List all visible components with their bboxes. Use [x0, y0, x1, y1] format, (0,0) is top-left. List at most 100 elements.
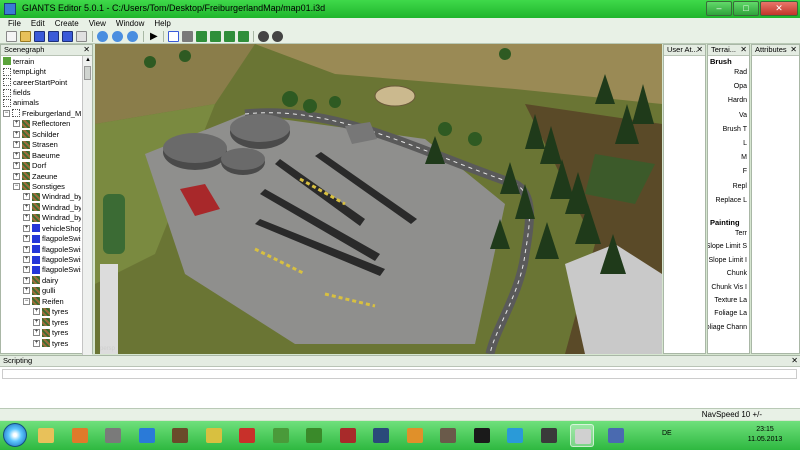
scroll-up-icon[interactable]: ▲ [85, 57, 91, 63]
expand-icon[interactable]: + [13, 130, 20, 138]
tree-item[interactable]: tempLight [1, 66, 81, 76]
tree-item[interactable]: careerStartPoint [1, 77, 81, 87]
tree-item[interactable]: − Freiburgerland_Map [1, 108, 81, 118]
menu-window[interactable]: Window [116, 18, 144, 29]
snap-icon[interactable] [258, 31, 269, 42]
menu-create[interactable]: Create [55, 18, 79, 29]
terrain-sculpt-icon[interactable] [196, 31, 207, 42]
save-icon[interactable] [34, 31, 45, 42]
undo-icon[interactable] [112, 31, 123, 42]
tree-item[interactable]: + flagpoleSwiss [1, 244, 81, 254]
expand-icon[interactable]: + [23, 214, 30, 222]
taskbar-app-button[interactable] [168, 424, 192, 447]
scenegraph-close-icon[interactable]: ✕ [83, 45, 90, 55]
tree-item[interactable]: + Windrad_by_M [1, 213, 81, 223]
expand-icon[interactable]: + [23, 193, 30, 201]
expand-icon[interactable]: + [33, 329, 40, 337]
tree-item[interactable]: + Dorf [1, 160, 81, 170]
tree-item[interactable]: − Sonstiges [1, 181, 81, 191]
taskbar-app-button[interactable] [302, 424, 326, 447]
collapse-icon[interactable]: − [13, 182, 20, 190]
tree-item[interactable]: + tyres [1, 327, 81, 337]
tree-item[interactable]: + flagpoleSwiss [1, 254, 81, 264]
save-as-icon[interactable] [48, 31, 59, 42]
menu-file[interactable]: File [8, 18, 21, 29]
tree-item[interactable]: − Reifen [1, 296, 81, 306]
tree-item[interactable]: + Baeume [1, 150, 81, 160]
expand-icon[interactable]: + [13, 120, 20, 128]
tree-item[interactable]: + Windrad_by_M [1, 202, 81, 212]
taskbar-app-button[interactable] [135, 424, 159, 447]
close-button[interactable]: ✕ [760, 1, 798, 16]
terrain-paint-icon[interactable] [210, 31, 221, 42]
tree-item[interactable]: + tyres [1, 317, 81, 327]
taskbar-app-button[interactable] [604, 424, 628, 447]
scripting-close-icon[interactable]: ✕ [791, 356, 798, 366]
tree-item[interactable]: fields [1, 87, 81, 97]
play-icon[interactable]: ▶ [150, 31, 161, 42]
expand-icon[interactable]: + [23, 224, 30, 232]
expand-icon[interactable]: + [23, 235, 30, 243]
clock[interactable]: 23:15 11.05.2013 [740, 425, 790, 445]
export-icon[interactable] [62, 31, 73, 42]
expand-icon[interactable]: + [13, 162, 20, 170]
taskbar-app-button[interactable] [235, 424, 259, 447]
user-attributes-close-icon[interactable]: ✕ [696, 45, 703, 55]
expand-icon[interactable]: + [23, 203, 30, 211]
terrain-panel-close-icon[interactable]: ✕ [740, 45, 747, 55]
start-button[interactable] [3, 423, 27, 447]
tree-item[interactable]: + tyres [1, 338, 81, 348]
expand-icon[interactable]: + [23, 266, 30, 274]
redo-icon[interactable] [127, 31, 138, 42]
taskbar-app-button[interactable] [436, 424, 460, 447]
taskbar-app-button[interactable] [503, 424, 527, 447]
3d-viewport[interactable]: persp [95, 44, 662, 354]
snap-grid-icon[interactable] [272, 31, 283, 42]
refresh-icon[interactable] [97, 31, 108, 42]
taskbar-app-button[interactable] [34, 424, 58, 447]
taskbar-app-button[interactable] [470, 424, 494, 447]
collapse-icon[interactable]: − [23, 297, 30, 305]
tree-item[interactable]: + Strasen [1, 140, 81, 150]
expand-icon[interactable]: + [33, 318, 40, 326]
expand-icon[interactable]: + [23, 276, 30, 284]
foliage-paint-icon[interactable] [224, 31, 235, 42]
tree-item[interactable]: + vehicleShop [1, 223, 81, 233]
tree-item[interactable]: + Windrad_by_M [1, 192, 81, 202]
open-folder-icon[interactable] [20, 31, 31, 42]
menu-view[interactable]: View [89, 18, 106, 29]
taskbar-app-button[interactable] [537, 424, 561, 447]
taskbar-app-button[interactable] [570, 424, 594, 447]
tree-item[interactable]: + flagpoleSwiss [1, 233, 81, 243]
tree-item[interactable]: + gulli [1, 286, 81, 296]
minimize-button[interactable]: – [706, 1, 732, 16]
new-file-icon[interactable] [6, 31, 17, 42]
taskbar-app-button[interactable] [403, 424, 427, 447]
expand-icon[interactable]: + [13, 141, 20, 149]
script-input[interactable] [2, 369, 797, 379]
tree-item[interactable]: + Schilder [1, 129, 81, 139]
tree-item[interactable]: + flagpoleSwiss [1, 265, 81, 275]
expand-icon[interactable]: + [23, 256, 30, 264]
taskbar-app-button[interactable] [202, 424, 226, 447]
scroll-thumb[interactable] [84, 66, 91, 80]
tree-item[interactable]: + dairy [1, 275, 81, 285]
attributes-close-icon[interactable]: ✕ [790, 45, 797, 55]
import-icon[interactable] [76, 31, 87, 42]
tree-item[interactable]: + Reflectoren [1, 119, 81, 129]
taskbar-app-button[interactable] [336, 424, 360, 447]
tree-item[interactable]: + tyres [1, 307, 81, 317]
expand-icon[interactable]: + [13, 151, 20, 159]
tree-item[interactable]: animals [1, 98, 81, 108]
tree-item[interactable]: terrain [1, 56, 81, 66]
language-indicator[interactable]: DE [662, 430, 672, 437]
taskbar-app-button[interactable] [68, 424, 92, 447]
taskbar-app-button[interactable] [101, 424, 125, 447]
scenegraph-scrollbar[interactable]: ▲ ▼ [82, 56, 92, 391]
expand-icon[interactable]: + [33, 339, 40, 347]
expand-icon[interactable]: + [13, 172, 20, 180]
expand-icon[interactable]: + [23, 245, 30, 253]
collapse-icon[interactable]: − [3, 109, 10, 117]
menu-help[interactable]: Help [154, 18, 170, 29]
menu-edit[interactable]: Edit [31, 18, 45, 29]
